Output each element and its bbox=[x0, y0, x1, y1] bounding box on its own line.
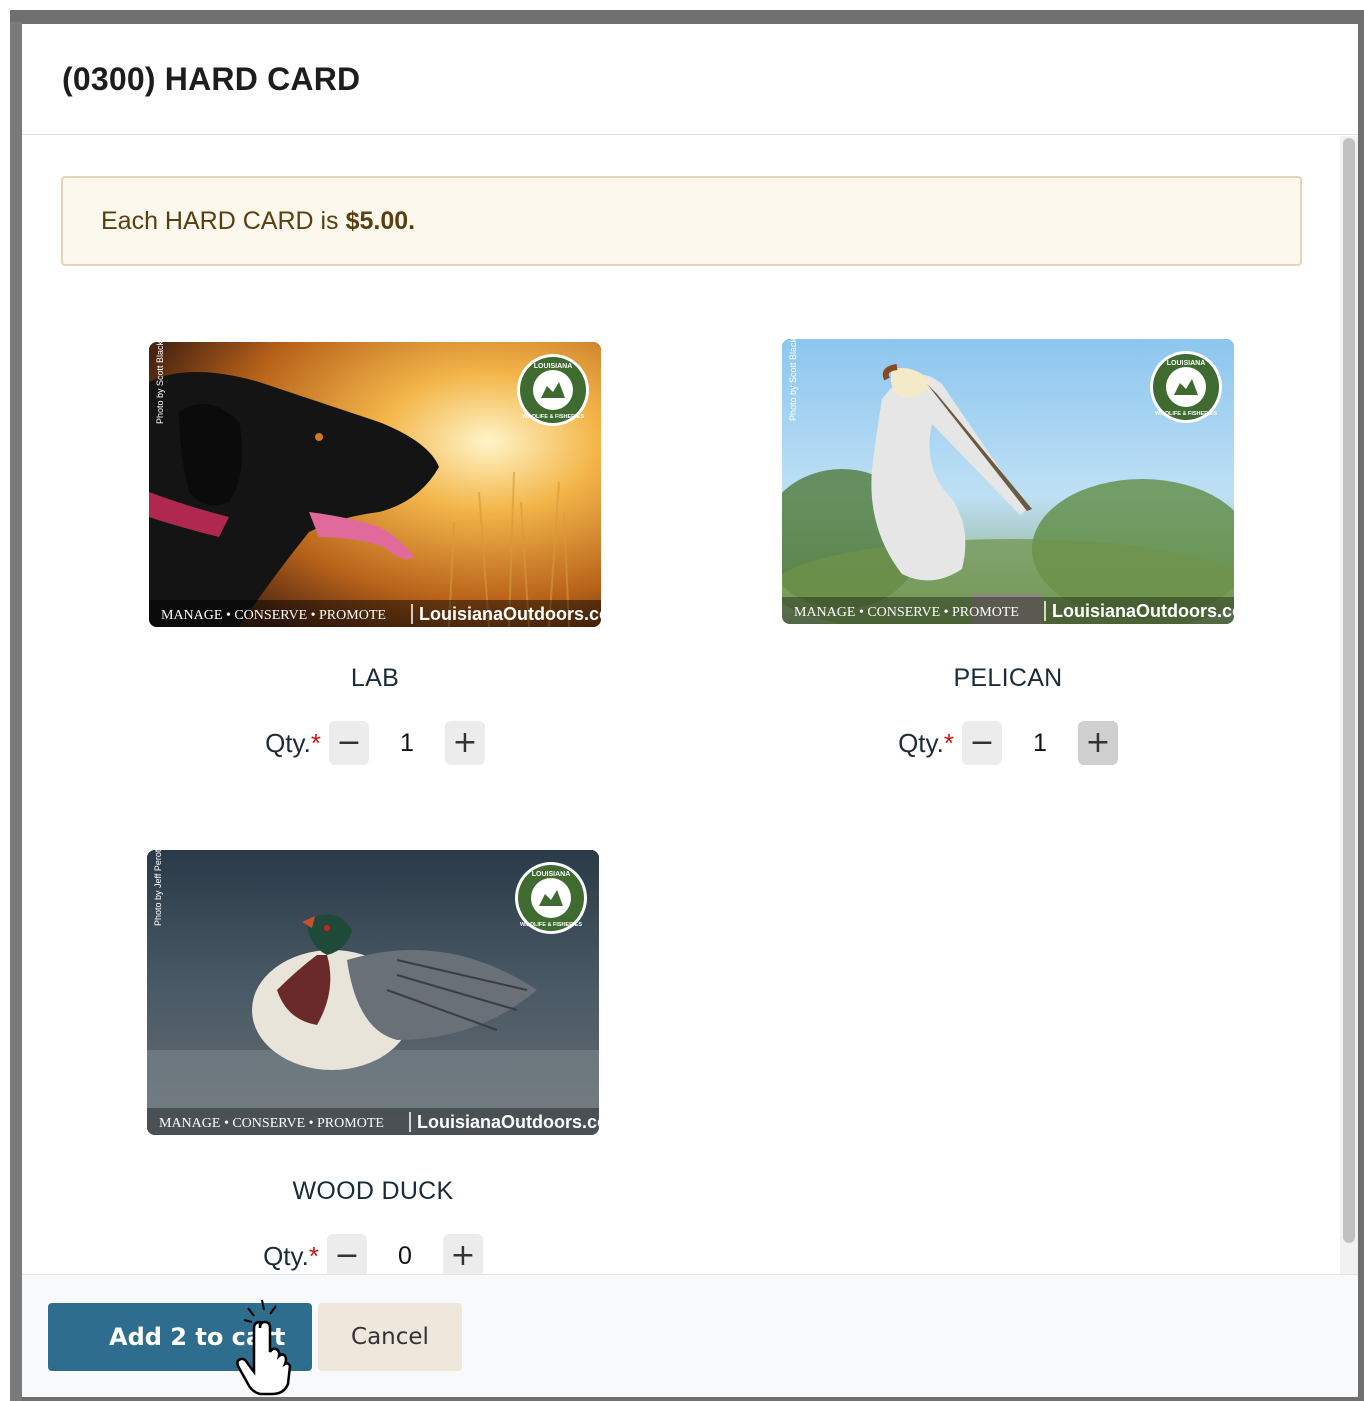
wood-duck-photo-credit: Photo by Jeff Perot bbox=[153, 850, 163, 926]
decrement-wood-duck-button[interactable]: − bbox=[326, 1234, 367, 1274]
modal-header: (0300) HARD CARD bbox=[22, 24, 1358, 135]
card-item-lab: MANAGE • CONSERVE • PROMOTE LouisianaOut… bbox=[145, 342, 605, 765]
hard-card-modal: (0300) HARD CARD Each HARD CARD is $5.00… bbox=[22, 24, 1358, 1397]
price-notice-text: Each HARD CARD is bbox=[101, 206, 339, 235]
qty-value-lab[interactable]: 1 bbox=[369, 729, 445, 758]
modal-body[interactable]: Each HARD CARD is $5.00. MANAGE • CONSER… bbox=[22, 136, 1358, 1274]
wood-duck-tagline: MANAGE • CONSERVE • PROMOTE bbox=[159, 1116, 384, 1131]
svg-text:LOUISIANA: LOUISIANA bbox=[532, 871, 571, 878]
svg-text:LOUISIANA: LOUISIANA bbox=[1167, 360, 1206, 367]
svg-text:LOUISIANA: LOUISIANA bbox=[534, 363, 573, 370]
decrement-pelican-button[interactable]: − bbox=[961, 721, 1002, 765]
ldwf-logo-icon: LOUISIANA WILDLIFE & FISHERIES bbox=[515, 862, 587, 934]
svg-text:WILDLIFE & FISHERIES: WILDLIFE & FISHERIES bbox=[520, 922, 582, 928]
pelican-tagline: MANAGE • CONSERVE • PROMOTE bbox=[794, 605, 1019, 620]
ldwf-logo-icon: LOUISIANA WILDLIFE & FISHERIES bbox=[1150, 351, 1222, 423]
increment-wood-duck-button[interactable]: + bbox=[442, 1234, 483, 1274]
pelican-card-image: MANAGE • CONSERVE • PROMOTE LouisianaOut… bbox=[782, 339, 1234, 624]
card-name-pelican: PELICAN bbox=[953, 664, 1063, 692]
pelican-photo-credit: Photo by Scott Black bbox=[788, 339, 798, 421]
lab-card-image: MANAGE • CONSERVE • PROMOTE LouisianaOut… bbox=[149, 342, 601, 627]
qty-label: Qty.* bbox=[263, 1240, 319, 1271]
pelican-site: LouisianaOutdoors.com bbox=[1052, 601, 1234, 621]
card-item-pelican: MANAGE • CONSERVE • PROMOTE LouisianaOut… bbox=[778, 339, 1238, 765]
cancel-button[interactable]: Cancel bbox=[318, 1303, 462, 1371]
svg-text:WILDLIFE & FISHERIES: WILDLIFE & FISHERIES bbox=[522, 414, 584, 420]
qty-row-pelican: Qty.* − 1 + bbox=[778, 721, 1238, 765]
qty-label: Qty.* bbox=[898, 727, 954, 758]
modal-footer: Add 2 to cart Cancel bbox=[22, 1274, 1358, 1397]
card-name-lab: LAB bbox=[350, 664, 400, 692]
modal-title: (0300) HARD CARD bbox=[62, 60, 361, 97]
lab-photo-credit: Photo by Scott Black bbox=[155, 342, 165, 424]
qty-value-pelican[interactable]: 1 bbox=[1002, 729, 1078, 758]
price-notice-price: $5.00. bbox=[345, 206, 416, 235]
hand-pointer-icon bbox=[236, 1299, 292, 1396]
backdrop-edge bbox=[10, 22, 22, 1401]
wood-duck-site: LouisianaOutdoors.com bbox=[417, 1112, 599, 1132]
price-notice: Each HARD CARD is $5.00. bbox=[61, 176, 1302, 266]
qty-label: Qty.* bbox=[265, 727, 321, 758]
modal-scrollbar[interactable] bbox=[1340, 136, 1358, 1274]
increment-pelican-button[interactable]: + bbox=[1077, 721, 1118, 765]
ldwf-logo-icon: LOUISIANA WILDLIFE & FISHERIES bbox=[517, 354, 589, 426]
increment-lab-button[interactable]: + bbox=[444, 721, 485, 765]
scrollbar-thumb[interactable] bbox=[1343, 138, 1355, 1243]
qty-row-wood-duck: Qty.* − 0 + bbox=[143, 1234, 603, 1274]
svg-text:WILDLIFE & FISHERIES: WILDLIFE & FISHERIES bbox=[1155, 411, 1217, 417]
card-item-wood-duck: MANAGE • CONSERVE • PROMOTE LouisianaOut… bbox=[143, 850, 603, 1274]
card-name-wood-duck: WOOD DUCK bbox=[292, 1177, 454, 1205]
lab-site: LouisianaOutdoors.com bbox=[419, 604, 601, 624]
lab-tagline: MANAGE • CONSERVE • PROMOTE bbox=[161, 608, 386, 623]
decrement-lab-button[interactable]: − bbox=[328, 721, 369, 765]
wood-duck-card-image: MANAGE • CONSERVE • PROMOTE LouisianaOut… bbox=[147, 850, 599, 1135]
qty-value-wood-duck[interactable]: 0 bbox=[367, 1242, 443, 1271]
qty-row-lab: Qty.* − 1 + bbox=[145, 721, 605, 765]
